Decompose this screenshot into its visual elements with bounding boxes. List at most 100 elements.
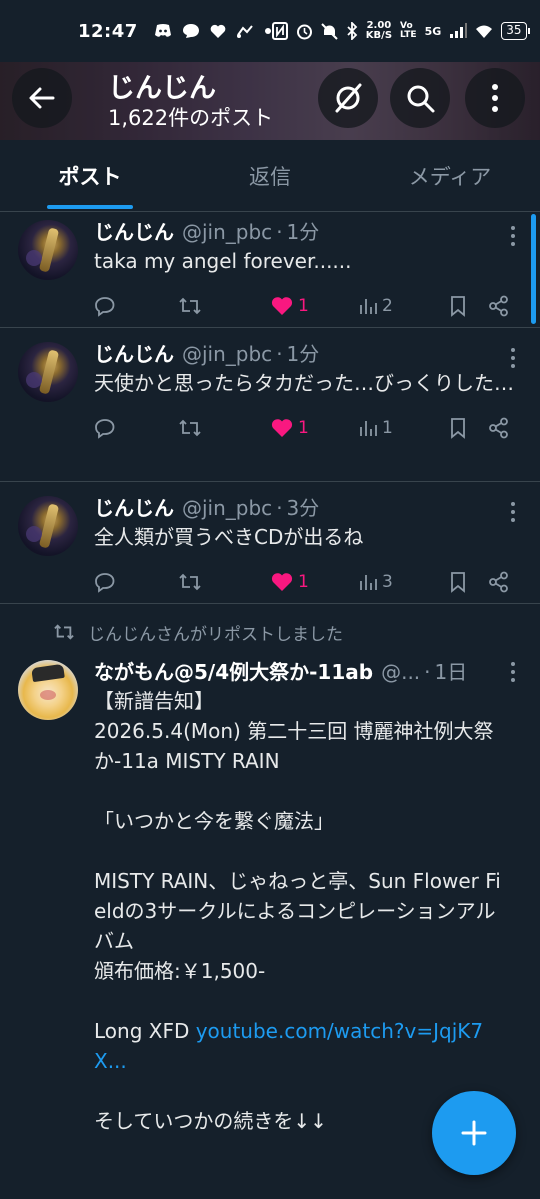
- like-button[interactable]: 1: [270, 417, 309, 439]
- post-time: 1分: [286, 342, 320, 366]
- post-actions: 1 2: [94, 276, 524, 336]
- author-handle: @...: [381, 660, 421, 684]
- post-text: 全人類が買うべきCDが出るね: [94, 525, 364, 549]
- status-time: 12:47: [78, 20, 138, 42]
- network-icon: [236, 25, 253, 38]
- post-item[interactable]: じんじん @jin_pbc · 1分 taka my angel forever…: [0, 212, 540, 328]
- views-icon: [360, 421, 377, 436]
- author-handle: @jin_pbc: [182, 220, 273, 244]
- view-count: 1: [382, 418, 393, 438]
- repost-label: じんじんさんがリポストしました: [88, 624, 343, 645]
- mute-icon: [321, 22, 338, 40]
- like-button[interactable]: 1: [270, 295, 309, 317]
- repost-item[interactable]: じんじんさんがリポストしました ながもん@5/4例大祭か-11ab @... ·…: [0, 604, 540, 1136]
- author-handle: @jin_pbc: [182, 496, 273, 520]
- share-button[interactable]: [488, 295, 510, 317]
- post-text: taka my angel forever......: [94, 249, 352, 273]
- reply-icon: [95, 573, 115, 593]
- post-menu-button[interactable]: [510, 226, 516, 246]
- post-time: 1日: [434, 660, 468, 684]
- post-item[interactable]: じんじん @jin_pbc · 3分 全人類が買うべきCDが出るね 1 3: [0, 482, 540, 604]
- share-icon: [489, 571, 508, 593]
- post-actions: 1 1: [94, 398, 524, 458]
- post-header: じんじん @jin_pbc · 1分: [94, 216, 524, 246]
- discord-icon: [154, 24, 171, 37]
- reply-button[interactable]: [94, 571, 116, 593]
- tab-posts[interactable]: ポスト: [0, 140, 180, 211]
- signal-icon: [450, 23, 468, 38]
- separator: ·: [276, 496, 283, 520]
- post-time: 3分: [286, 496, 320, 520]
- chat-bubble-icon: [182, 24, 199, 38]
- post-menu-button[interactable]: [510, 502, 516, 522]
- view-count: 3: [382, 572, 393, 592]
- reply-button[interactable]: [94, 295, 116, 317]
- avatar[interactable]: [18, 220, 78, 280]
- author-name[interactable]: じんじん: [94, 338, 174, 367]
- wifi-icon: [476, 25, 493, 38]
- repost-icon: [179, 297, 201, 315]
- profile-header: じんじん 1,622件のポスト: [0, 62, 540, 140]
- repost-button[interactable]: [178, 417, 202, 439]
- repost-icon: [54, 624, 74, 640]
- speed-unit: KB/S: [365, 30, 393, 41]
- reply-icon: [95, 297, 115, 317]
- views-button[interactable]: 1: [358, 418, 393, 438]
- post-menu-button[interactable]: [510, 348, 516, 368]
- bookmark-icon: [451, 572, 465, 593]
- share-button[interactable]: [488, 417, 510, 439]
- view-count: 2: [382, 296, 393, 316]
- search-button[interactable]: [390, 68, 450, 128]
- like-button[interactable]: 1: [270, 571, 309, 593]
- more-options-button[interactable]: [465, 68, 525, 128]
- bookmark-button[interactable]: [448, 295, 468, 317]
- post-item[interactable]: じんじん @jin_pbc · 1分 天使かと思ったらタカだった…びっくりした……: [0, 328, 540, 482]
- network-type: 5G: [424, 24, 442, 38]
- heart-icon: [210, 24, 226, 38]
- post-feed: じんじん @jin_pbc · 1分 taka my angel forever…: [0, 212, 540, 1136]
- battery-indicator: 35: [501, 22, 530, 40]
- separator: ·: [276, 220, 283, 244]
- repost-button[interactable]: [178, 295, 202, 317]
- compose-button[interactable]: [432, 1091, 516, 1175]
- share-icon: [489, 417, 508, 439]
- post-text-tail: そしていつかの続きを↓↓: [94, 1109, 327, 1133]
- author-name[interactable]: じんじん: [94, 492, 174, 521]
- like-count: 1: [298, 418, 309, 438]
- post-text: 【新譜告知】 2026.5.4(Mon) 第二十三回 博麗神社例大祭 か-11a…: [94, 686, 524, 1136]
- avatar[interactable]: [18, 496, 78, 556]
- bookmark-button[interactable]: [448, 571, 468, 593]
- post-header: じんじん @jin_pbc · 3分: [94, 492, 524, 522]
- separator: ·: [424, 660, 431, 684]
- dot-icon: [264, 28, 271, 34]
- search-icon: [407, 85, 435, 113]
- share-button[interactable]: [488, 571, 510, 593]
- views-button[interactable]: 3: [358, 572, 393, 592]
- like-count: 1: [298, 572, 309, 592]
- repost-button[interactable]: [178, 571, 202, 593]
- views-button[interactable]: 2: [358, 296, 393, 316]
- system-icons: 2.00 KB/S Vo LTE 5G 35: [271, 21, 530, 41]
- post-menu-button[interactable]: [510, 662, 516, 682]
- bookmark-button[interactable]: [448, 417, 468, 439]
- bookmark-icon: [451, 418, 465, 439]
- like-count: 1: [298, 296, 309, 316]
- avatar[interactable]: [18, 660, 78, 720]
- post-actions: 1 3: [94, 552, 524, 612]
- reply-button[interactable]: [94, 417, 116, 439]
- nfc-icon: [271, 22, 288, 40]
- author-handle: @jin_pbc: [182, 342, 273, 366]
- tab-replies[interactable]: 返信: [180, 140, 360, 211]
- avatar[interactable]: [18, 342, 78, 402]
- arrow-left-icon: [29, 87, 55, 109]
- post-count: 1,622件のポスト: [108, 106, 274, 130]
- author-name[interactable]: じんじん: [94, 216, 174, 245]
- post-header: じんじん @jin_pbc · 1分: [94, 338, 524, 368]
- author-name[interactable]: ながもん@5/4例大祭か-11ab: [94, 656, 373, 685]
- profile-tabs: ポスト 返信 メディア: [0, 140, 540, 212]
- grok-button[interactable]: [318, 68, 378, 128]
- back-button[interactable]: [12, 68, 72, 128]
- heart-filled-icon: [271, 419, 293, 437]
- repost-icon: [179, 419, 201, 437]
- tab-media[interactable]: メディア: [360, 140, 540, 211]
